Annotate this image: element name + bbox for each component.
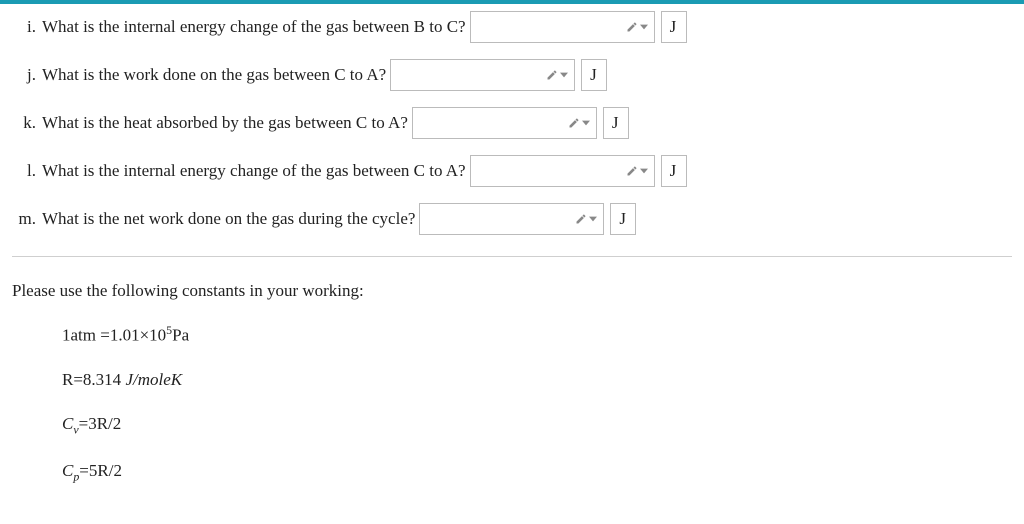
- question-text: What is the internal energy change of th…: [42, 161, 470, 181]
- answer-input-l[interactable]: [470, 155, 655, 187]
- answer-input-j[interactable]: [390, 59, 575, 91]
- content-area: i. What is the internal energy change of…: [0, 10, 1024, 484]
- constants-header: Please use the following constants in yo…: [8, 281, 1016, 301]
- pencil-dropdown-icon[interactable]: [575, 213, 597, 225]
- answer-input-i[interactable]: [470, 11, 655, 43]
- question-row-j: j. What is the work done on the gas betw…: [8, 58, 1016, 92]
- question-row-k: k. What is the heat absorbed by the gas …: [8, 106, 1016, 140]
- question-text: What is the net work done on the gas dur…: [42, 209, 419, 229]
- unit-box: J: [581, 59, 607, 91]
- question-marker: m.: [8, 209, 42, 229]
- question-text: What is the work done on the gas between…: [42, 65, 390, 85]
- question-marker: k.: [8, 113, 42, 133]
- section-divider: [12, 256, 1012, 257]
- unit-box: J: [661, 155, 687, 187]
- question-row-l: l. What is the internal energy change of…: [8, 154, 1016, 188]
- unit-box: J: [610, 203, 636, 235]
- pencil-dropdown-icon[interactable]: [546, 69, 568, 81]
- question-text: What is the internal energy change of th…: [42, 17, 470, 37]
- pencil-dropdown-icon[interactable]: [626, 21, 648, 33]
- unit-box: J: [661, 11, 687, 43]
- constant-R: R=8.314 J/moleK: [62, 370, 1016, 390]
- pencil-dropdown-icon[interactable]: [626, 165, 648, 177]
- constants-list: 1atm =1.01×105Pa R=8.314 J/moleK Cv=3R/2…: [8, 323, 1016, 484]
- pencil-dropdown-icon[interactable]: [568, 117, 590, 129]
- question-marker: j.: [8, 65, 42, 85]
- question-row-i: i. What is the internal energy change of…: [8, 10, 1016, 44]
- top-accent-bar: [0, 0, 1024, 4]
- constant-cp: Cp=5R/2: [62, 461, 1016, 484]
- question-row-m: m. What is the net work done on the gas …: [8, 202, 1016, 236]
- unit-box: J: [603, 107, 629, 139]
- constant-cv: Cv=3R/2: [62, 414, 1016, 437]
- question-marker: l.: [8, 161, 42, 181]
- question-text: What is the heat absorbed by the gas bet…: [42, 113, 412, 133]
- question-marker: i.: [8, 17, 42, 37]
- constant-atm: 1atm =1.01×105Pa: [62, 323, 1016, 346]
- answer-input-m[interactable]: [419, 203, 604, 235]
- answer-input-k[interactable]: [412, 107, 597, 139]
